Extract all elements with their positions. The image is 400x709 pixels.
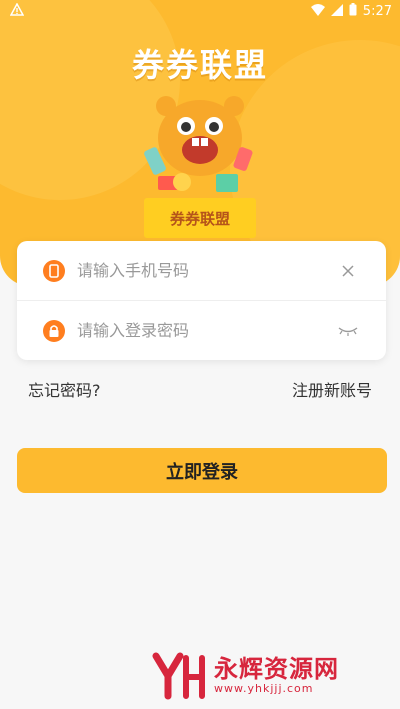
watermark-url: www.yhkjjj.com — [214, 682, 314, 695]
phone-row — [17, 241, 386, 301]
login-form-card — [17, 241, 386, 360]
warning-icon — [9, 2, 25, 21]
wifi-icon — [310, 3, 325, 20]
register-link[interactable]: 注册新账号 — [292, 377, 372, 401]
password-row — [17, 301, 386, 360]
login-button[interactable]: 立即登录 — [17, 448, 387, 493]
mascot-illustration: 券券联盟 — [144, 96, 256, 238]
phone-icon — [43, 259, 65, 282]
mascot-badge-text: 券券联盟 — [170, 210, 230, 228]
password-input[interactable] — [75, 320, 336, 341]
phone-input[interactable] — [75, 260, 336, 281]
status-time: 5:27 — [362, 4, 392, 19]
status-bar: 5:27 — [0, 0, 400, 22]
clear-icon[interactable] — [336, 259, 360, 283]
watermark-logo-icon — [152, 652, 205, 699]
signal-icon — [330, 3, 343, 20]
watermark: 永辉资源网 www.yhkjjj.com — [150, 648, 380, 703]
lock-icon — [43, 319, 65, 342]
eye-closed-icon[interactable] — [336, 319, 360, 343]
battery-icon — [349, 3, 357, 20]
forgot-password-link[interactable]: 忘记密码? — [28, 377, 101, 401]
watermark-name: 永辉资源网 — [214, 655, 339, 683]
